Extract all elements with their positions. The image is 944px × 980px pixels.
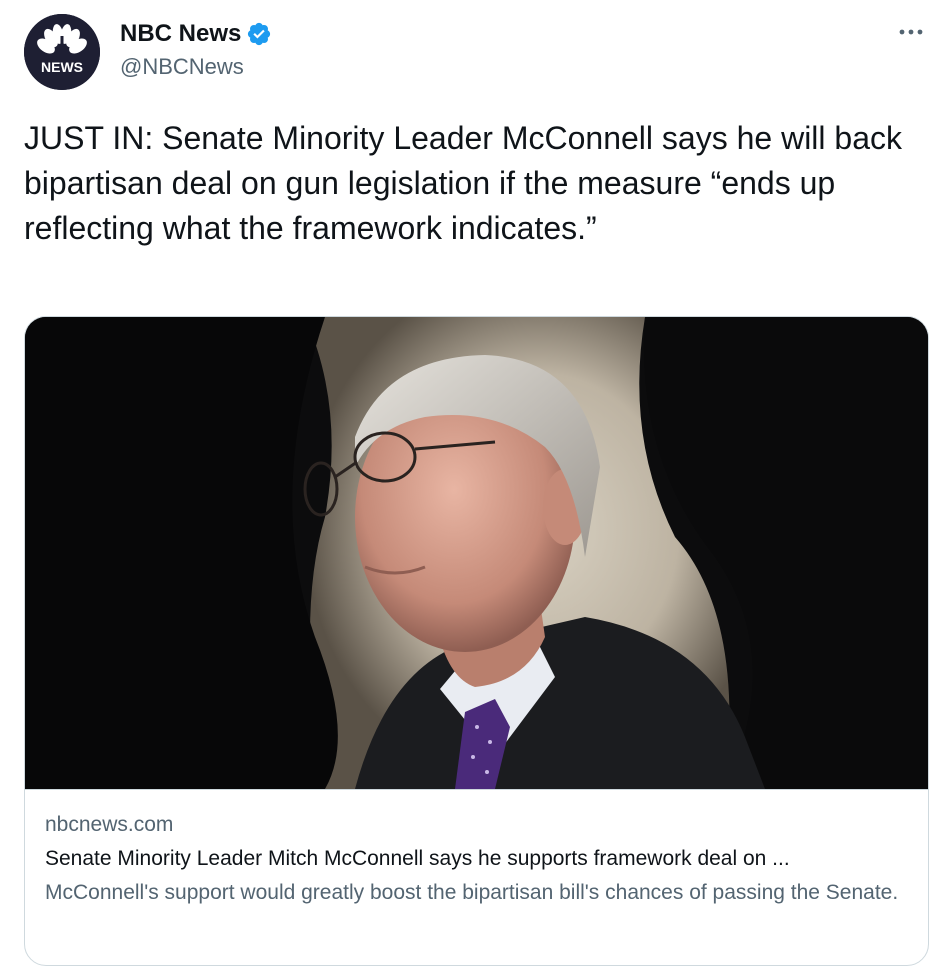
article-photo bbox=[25, 317, 928, 789]
tweet-text: JUST IN: Senate Minority Leader McConnel… bbox=[24, 120, 902, 246]
nbc-peacock-logo-icon: NEWS bbox=[24, 14, 100, 90]
author-avatar[interactable]: NEWS bbox=[24, 14, 100, 90]
tweet: NEWS NBC News @NBCNews JUST IN: Senate M… bbox=[0, 0, 944, 980]
avatar-text: NEWS bbox=[41, 59, 83, 75]
verified-badge-icon bbox=[246, 21, 272, 47]
link-card[interactable]: nbcnews.com Senate Minority Leader Mitch… bbox=[24, 316, 929, 966]
author-name-row[interactable]: NBC News bbox=[120, 20, 272, 48]
link-card-domain: nbcnews.com bbox=[45, 813, 174, 836]
more-options-icon bbox=[899, 29, 923, 35]
author-display-name[interactable]: NBC News bbox=[120, 20, 241, 48]
link-card-body[interactable]: nbcnews.com Senate Minority Leader Mitch… bbox=[45, 811, 911, 909]
link-card-title: Senate Minority Leader Mitch McConnell s… bbox=[45, 847, 790, 870]
link-card-description: McConnell's support would greatly boost … bbox=[45, 881, 899, 904]
more-options-button[interactable] bbox=[896, 20, 926, 44]
link-card-image[interactable] bbox=[25, 317, 928, 790]
author-handle[interactable]: @NBCNews bbox=[120, 54, 244, 80]
